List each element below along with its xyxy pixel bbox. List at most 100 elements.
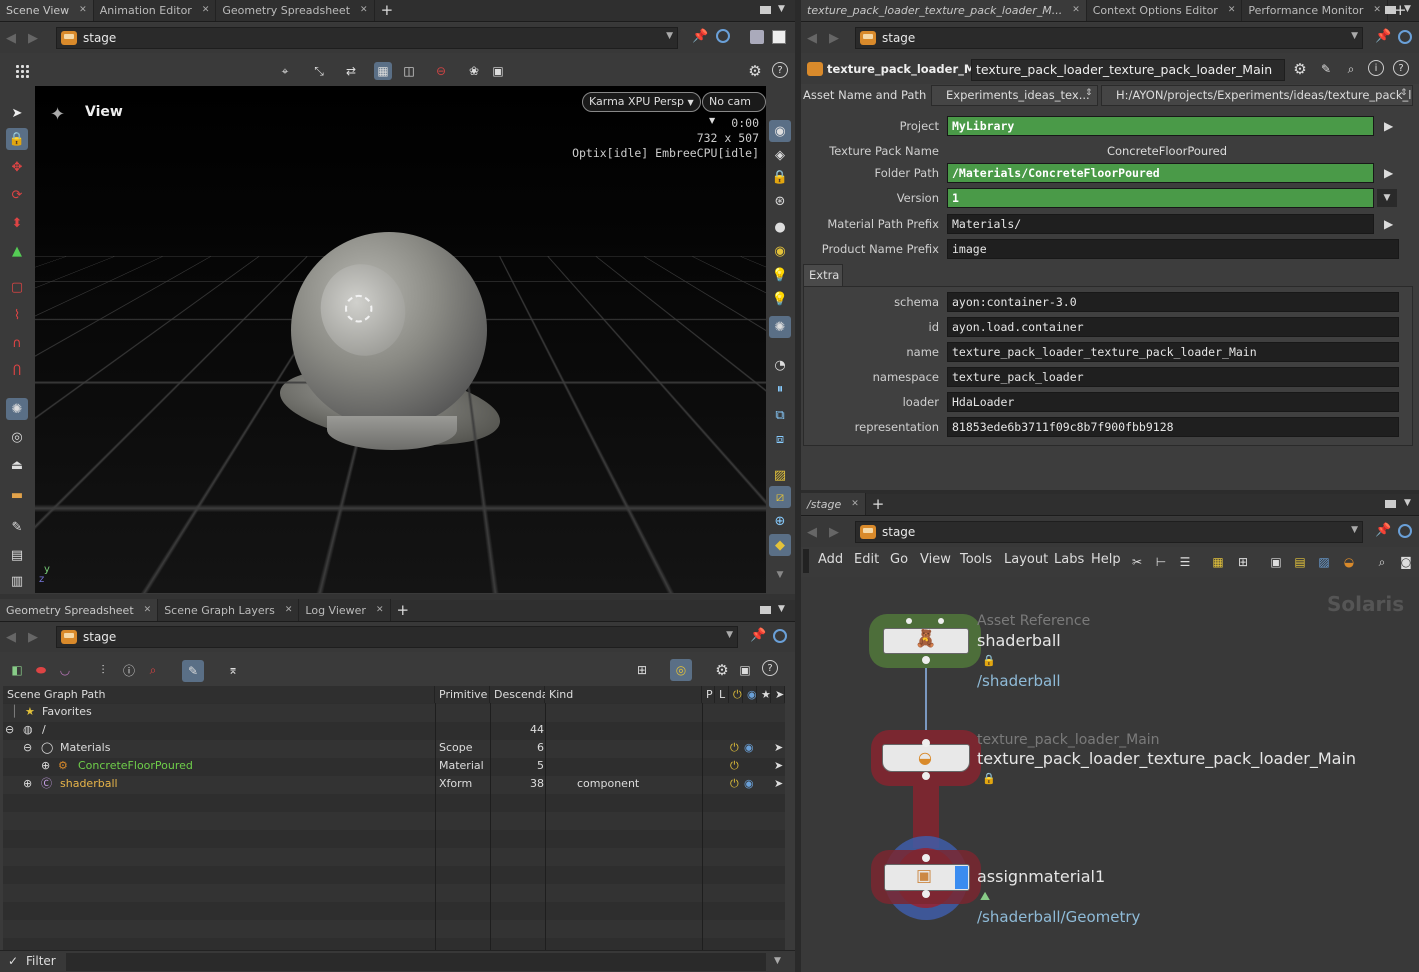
table-row[interactable]: ⊖ ◍ / 44 bbox=[3, 721, 785, 739]
chevron-down-icon[interactable]: ▼ bbox=[1351, 31, 1358, 41]
background-image-icon[interactable]: ▨ bbox=[1315, 553, 1333, 571]
link-icon[interactable] bbox=[773, 629, 787, 643]
background-icon[interactable] bbox=[772, 30, 786, 44]
pin-icon[interactable]: 📌 bbox=[1375, 29, 1391, 44]
table-row[interactable]: ⊖ ◯ Materials Scope 6 ⏻ ◉ ➤ bbox=[3, 739, 785, 757]
tab-scene-graph-layers[interactable]: Scene Graph Layers ✕ bbox=[158, 599, 300, 621]
scroll-down-icon[interactable]: ▼ bbox=[769, 564, 791, 586]
grid-points-icon[interactable]: ⊞ bbox=[1234, 553, 1252, 571]
gear-icon[interactable]: ⚙ bbox=[1291, 60, 1309, 78]
path-field[interactable]: stage ▼ bbox=[56, 27, 678, 49]
grid-view-icon[interactable]: ▦ bbox=[1209, 553, 1227, 571]
close-icon[interactable]: ✕ bbox=[1072, 5, 1080, 15]
shading-icon[interactable]: ▦ bbox=[374, 62, 392, 80]
tab-log-viewer[interactable]: Log Viewer ✕ bbox=[299, 599, 391, 621]
node-name-label[interactable]: shaderball bbox=[977, 631, 1061, 650]
play-arrow-icon[interactable]: ▶ bbox=[1384, 119, 1393, 133]
target-icon[interactable]: ◎ bbox=[670, 659, 692, 681]
representation-field[interactable]: 81853ede6b3711f09c8b7f900fbb9128 bbox=[947, 417, 1399, 437]
search-icon[interactable]: ⌕ bbox=[1373, 553, 1391, 571]
snapshot-icon[interactable]: ◔ bbox=[769, 354, 791, 376]
output-port[interactable] bbox=[922, 772, 930, 780]
active-icon[interactable]: ⏻ bbox=[729, 686, 743, 703]
active-icon[interactable]: ⏻ bbox=[730, 775, 739, 793]
link-selection-icon[interactable]: ✎ bbox=[182, 660, 204, 682]
share-icon[interactable]: ⊕ bbox=[769, 510, 791, 532]
display-icon[interactable] bbox=[750, 30, 764, 44]
tab-extra[interactable]: Extra bbox=[803, 264, 843, 286]
light-icon[interactable]: 💡 bbox=[769, 264, 791, 286]
menu-help[interactable]: Help bbox=[1091, 552, 1121, 567]
link-icon[interactable] bbox=[1398, 30, 1412, 44]
camera-tool-icon[interactable]: ◎ bbox=[6, 426, 28, 448]
play-arrow-icon[interactable]: ▶ bbox=[1384, 217, 1393, 231]
bbox-icon[interactable]: ▢ bbox=[6, 276, 28, 298]
maximize-icon[interactable] bbox=[1385, 6, 1396, 14]
visibility-icon[interactable]: ◉ bbox=[744, 775, 754, 793]
pick-icon[interactable]: ⌆ bbox=[224, 661, 242, 679]
close-icon[interactable]: ✕ bbox=[202, 5, 210, 15]
menu-view[interactable]: View bbox=[920, 552, 951, 567]
rotate-icon[interactable]: ⟳ bbox=[6, 184, 28, 206]
headlight-icon[interactable]: ◉ bbox=[769, 240, 791, 262]
snap-magnet-icon[interactable]: Ⴖ bbox=[6, 360, 28, 382]
search-icon[interactable]: ⌕ bbox=[1342, 60, 1360, 78]
input-port[interactable] bbox=[922, 739, 930, 747]
active-icon[interactable]: ⏻ bbox=[730, 739, 739, 757]
tab-scene-view[interactable]: Scene View ✕ bbox=[0, 0, 94, 21]
col-header-descendants[interactable]: Descenda bbox=[490, 686, 548, 703]
close-icon[interactable]: ✕ bbox=[851, 499, 859, 509]
maximize-icon[interactable] bbox=[760, 6, 771, 14]
forward-arrow-icon[interactable]: ▶ bbox=[22, 31, 44, 46]
layout-icon[interactable]: ▤ bbox=[6, 544, 28, 566]
chevron-down-icon[interactable]: ▼ bbox=[666, 31, 673, 41]
asset-name-menu[interactable]: Experiments_ideas_tex... bbox=[931, 85, 1098, 106]
lock-camera-icon[interactable]: 🔒 bbox=[769, 166, 791, 188]
snapshot-icon[interactable]: ▣ bbox=[736, 661, 754, 679]
lock-icon[interactable]: 🔒 bbox=[6, 128, 28, 150]
renderer-menu[interactable]: Karma XPU Persp ▼ bbox=[582, 92, 701, 112]
id-field[interactable]: ayon.load.container bbox=[947, 317, 1399, 337]
close-icon[interactable]: ✕ bbox=[144, 605, 152, 615]
move-icon[interactable]: ✥ bbox=[6, 156, 28, 178]
transform-handle-icon[interactable]: ▲ bbox=[6, 240, 28, 262]
transform-icon[interactable]: ⤡ bbox=[310, 62, 328, 80]
find-icon[interactable]: ⌕ bbox=[144, 661, 162, 679]
menu-edit[interactable]: Edit bbox=[854, 552, 879, 567]
magnet-icon[interactable]: ∩ bbox=[6, 332, 28, 354]
ruler-icon[interactable]: ▬ bbox=[6, 484, 28, 506]
pane-menu-icon[interactable]: ▼ bbox=[1404, 498, 1411, 508]
camera-menu[interactable]: No cam ▼ bbox=[702, 92, 766, 125]
active-icon[interactable]: ⏻ bbox=[730, 757, 739, 775]
chevron-down-icon[interactable]: ▼ bbox=[726, 630, 733, 640]
col-header-l[interactable]: L bbox=[715, 686, 729, 703]
select-arrow-icon[interactable]: ➤ bbox=[6, 102, 28, 124]
network-icon[interactable]: ⧉ bbox=[769, 404, 791, 426]
input-port[interactable] bbox=[906, 618, 912, 624]
schema-field[interactable]: ayon:container-3.0 bbox=[947, 292, 1399, 312]
expand-icon[interactable]: ⊕ bbox=[23, 775, 32, 793]
forward-arrow-icon[interactable]: ▶ bbox=[22, 630, 44, 645]
collapse-icon[interactable]: ⊖ bbox=[23, 739, 32, 757]
handle-icon[interactable]: ⏏ bbox=[6, 454, 28, 476]
render-settings-icon[interactable]: ▣ bbox=[489, 62, 507, 80]
visibility-icon[interactable]: ◉ bbox=[769, 120, 791, 142]
brush-icon[interactable]: ✎ bbox=[1317, 60, 1335, 78]
material-path-prefix-field[interactable]: Materials/ bbox=[947, 214, 1374, 234]
expand-icon[interactable]: ⊕ bbox=[41, 757, 50, 775]
pane-menu-icon[interactable]: ▼ bbox=[778, 4, 785, 14]
select-arrow-icon[interactable]: ➤ bbox=[774, 757, 783, 775]
lightbulb-icon[interactable]: ◆ bbox=[769, 534, 791, 556]
tab-context-options[interactable]: Context Options Editor ✕ bbox=[1086, 0, 1243, 21]
pin-icon[interactable]: 📌 bbox=[1375, 523, 1391, 538]
snap-icon[interactable]: ⇄ bbox=[342, 62, 360, 80]
play-arrow-icon[interactable]: ▶ bbox=[1384, 166, 1393, 180]
draw-mode-icon[interactable]: ◡ bbox=[56, 661, 74, 679]
tree-icon[interactable]: ⊢ bbox=[1152, 553, 1170, 571]
loader-field[interactable]: HdaLoader bbox=[947, 392, 1399, 412]
asset-path-menu[interactable]: H:/AYON/projects/Experiments/ideas/textu… bbox=[1101, 85, 1413, 106]
select-arrow-icon[interactable]: ➤ bbox=[771, 686, 785, 703]
tab-stage[interactable]: /stage ✕ bbox=[801, 493, 866, 515]
sliders-icon[interactable]: ⫶ bbox=[94, 661, 112, 679]
link-icon[interactable] bbox=[716, 29, 730, 43]
